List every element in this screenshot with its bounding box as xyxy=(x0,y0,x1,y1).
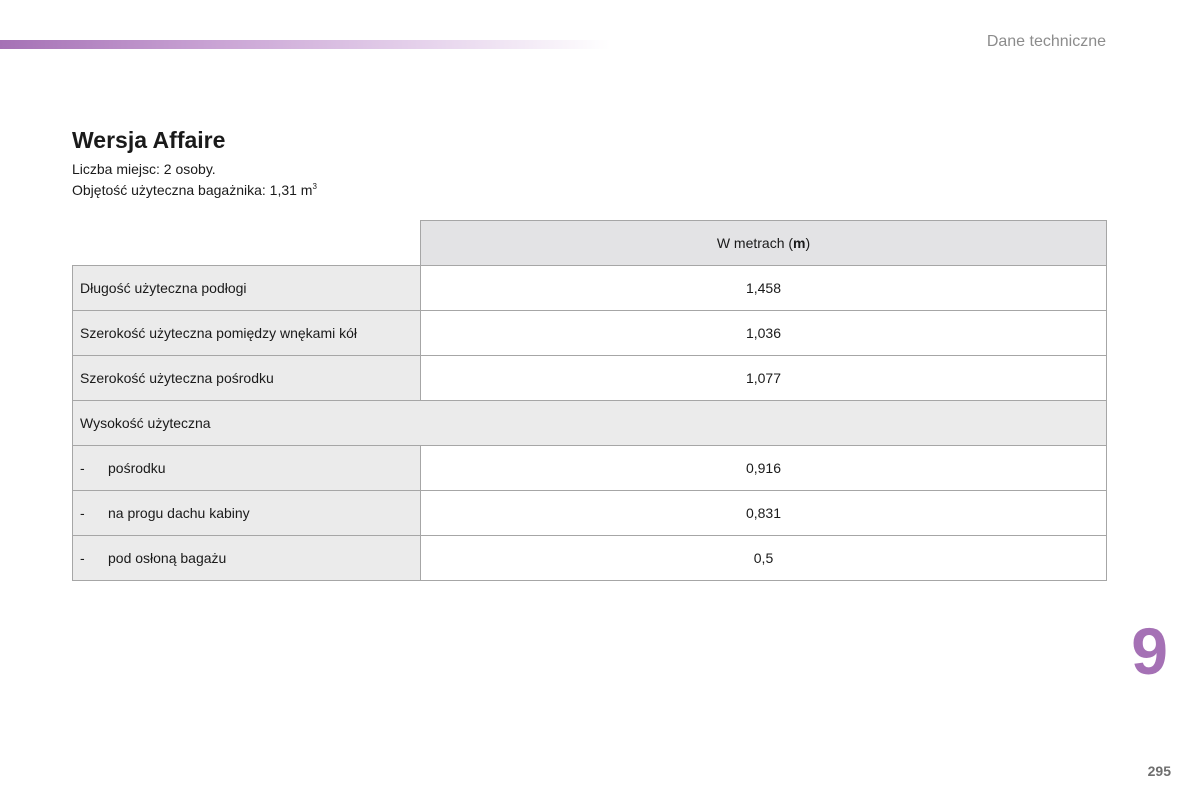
dimensions-table: W metrach (m) Długość użyteczna podłogi … xyxy=(72,220,1107,581)
row-value: 0,916 xyxy=(420,445,1107,491)
page-title: Wersja Affaire xyxy=(72,127,226,153)
table-row: Długość użyteczna podłogi 1,458 xyxy=(72,265,1107,311)
sub-row-label-cell: - na progu dachu kabiny xyxy=(72,490,421,536)
row-label: Szerokość użyteczna pomiędzy wnękami kół xyxy=(72,310,421,356)
table-group-row: Wysokość użyteczna xyxy=(72,400,1107,446)
table-header-row: W metrach (m) xyxy=(72,220,1107,266)
chapter-number: 9 xyxy=(1131,614,1168,688)
cubic-superscript: 3 xyxy=(312,182,317,191)
unit-header-prefix: W metrach ( xyxy=(716,235,794,251)
row-value: 1,036 xyxy=(420,310,1107,356)
row-value: 1,458 xyxy=(420,265,1107,311)
luggage-volume-info: Objętość użyteczna bagażnika: 1,31 m3 xyxy=(72,182,317,198)
unit-header-suffix: ) xyxy=(805,235,811,251)
table-row: - pośrodku 0,916 xyxy=(72,445,1107,491)
row-label: Szerokość użyteczna pośrodku xyxy=(72,355,421,401)
sub-row-label: pod osłoną bagażu xyxy=(108,550,227,566)
row-label: Długość użyteczna podłogi xyxy=(72,265,421,311)
table-corner-cell xyxy=(72,220,421,266)
sub-row-label-cell: - pod osłoną bagażu xyxy=(72,535,421,581)
row-value: 1,077 xyxy=(420,355,1107,401)
unit-header-cell: W metrach (m) xyxy=(420,220,1107,266)
table-row: Szerokość użyteczna pośrodku 1,077 xyxy=(72,355,1107,401)
sub-row-label: pośrodku xyxy=(108,460,166,476)
luggage-volume-text: Objętość użyteczna bagażnika: 1,31 m xyxy=(72,182,313,198)
sub-row-label-cell: - pośrodku xyxy=(72,445,421,491)
unit-header-unit: m xyxy=(793,235,806,251)
page-number: 295 xyxy=(1147,763,1171,779)
dash-marker: - xyxy=(80,460,85,476)
table-row: - pod osłoną bagażu 0,5 xyxy=(72,535,1107,581)
dash-marker: - xyxy=(80,505,85,521)
dash-marker: - xyxy=(80,550,85,566)
header-accent-bar xyxy=(0,40,610,49)
sub-row-label: na progu dachu kabiny xyxy=(108,505,250,521)
row-value: 0,5 xyxy=(420,535,1107,581)
row-value: 0,831 xyxy=(420,490,1107,536)
table-row: - na progu dachu kabiny 0,831 xyxy=(72,490,1107,536)
table-row: Szerokość użyteczna pomiędzy wnękami kół… xyxy=(72,310,1107,356)
seats-info: Liczba miejsc: 2 osoby. xyxy=(72,161,216,177)
section-name: Dane techniczne xyxy=(986,33,1106,50)
group-label: Wysokość użyteczna xyxy=(72,400,1107,446)
